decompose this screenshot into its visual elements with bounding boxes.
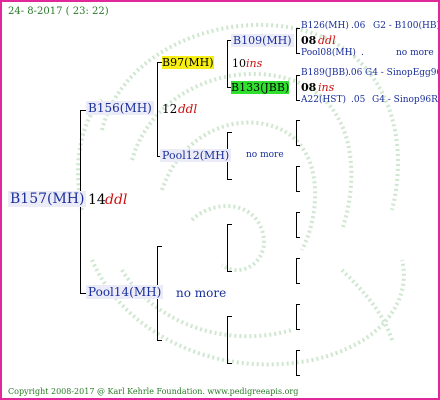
connector-line (157, 340, 162, 341)
connector-line (296, 329, 300, 330)
gen5-queen-name[interactable]: B189(JBB) (301, 68, 349, 78)
copyright-text: Copyright 2008-2017 @ Karl Kehrle Founda… (8, 387, 299, 396)
gen2-queen-name[interactable]: B156(MH) (86, 101, 154, 115)
connector-line (296, 53, 300, 54)
connector-line (296, 375, 300, 376)
connector-line (227, 224, 228, 272)
pedigree-frame: 24- 8-2017 ( 23: 22) B157(MH) 14 ddl B15… (0, 0, 440, 400)
connector-line (227, 224, 232, 225)
gen5-value: .06 (351, 21, 366, 31)
connector-line (296, 75, 300, 76)
connector-line (296, 100, 300, 101)
connector-line (296, 304, 300, 305)
gen5-value: . (361, 48, 364, 58)
gen5-value: .05 (351, 95, 366, 105)
connector-line (296, 283, 300, 284)
root-number: 14 (88, 192, 106, 208)
connector-line (296, 166, 300, 167)
connector-line (296, 75, 297, 101)
root-tag: ddl (105, 192, 128, 208)
connector-line (227, 271, 232, 272)
connector-line (296, 258, 297, 284)
connector-line (296, 350, 300, 351)
gen5-queen-name[interactable]: Pool08(MH) (301, 48, 356, 58)
no-more-label: no more (396, 48, 434, 58)
connector-line (296, 212, 297, 238)
gen5-line: G4 - SinopEgg96R (365, 68, 438, 78)
gen3-number: 10 (232, 57, 246, 70)
gen3-tag: ins (246, 57, 263, 70)
gen4-tag: ddl (318, 34, 336, 47)
gen2-tag: ddl (178, 102, 198, 116)
connector-line (296, 304, 297, 330)
connector-line (227, 40, 228, 88)
connector-line (227, 363, 232, 364)
timestamp: 24- 8-2017 ( 23: 22) (8, 6, 109, 17)
connector-line (296, 191, 300, 192)
root-queen-name[interactable]: B157(MH) (8, 191, 87, 207)
connector-line (296, 237, 300, 238)
connector-line (227, 316, 228, 364)
no-more-label: no more (176, 286, 227, 300)
gen3-queen-name[interactable]: B97(MH) (162, 56, 214, 69)
gen5-queen-name[interactable]: A22(HST) (301, 95, 346, 105)
gen3-queen-name[interactable]: Pool12(MH) (160, 149, 232, 162)
connector-line (296, 120, 297, 146)
connector-line (296, 350, 297, 376)
connector-line (296, 145, 300, 146)
connector-line (157, 62, 158, 157)
connector-line (296, 258, 300, 259)
connector-line (227, 179, 232, 180)
gen4-number: 08 (301, 34, 317, 47)
gen2-number: 12 (162, 102, 178, 116)
gen5-value: .06 (348, 68, 363, 78)
connector-line (296, 212, 300, 213)
gen4-queen-name[interactable]: B109(MH) (231, 34, 294, 47)
connector-line (157, 246, 162, 247)
connector-line (296, 120, 300, 121)
connector-line (227, 316, 232, 317)
gen2-queen-name[interactable]: Pool14(MH) (86, 285, 164, 299)
gen4-queen-name[interactable]: B133(JBB) (231, 81, 290, 94)
no-more-label: no more (246, 150, 284, 160)
gen5-line: G4 - Sinop96R (372, 95, 438, 105)
gen5-queen-name[interactable]: B126(MH) (301, 21, 349, 31)
connector-line (296, 166, 297, 192)
gen4-number: 08 (301, 81, 317, 94)
connector-line (296, 28, 297, 54)
connector-line (227, 132, 232, 133)
gen5-line: G2 - B100(HB) (373, 21, 440, 31)
gen4-tag: ins (318, 81, 335, 94)
connector-line (296, 28, 300, 29)
